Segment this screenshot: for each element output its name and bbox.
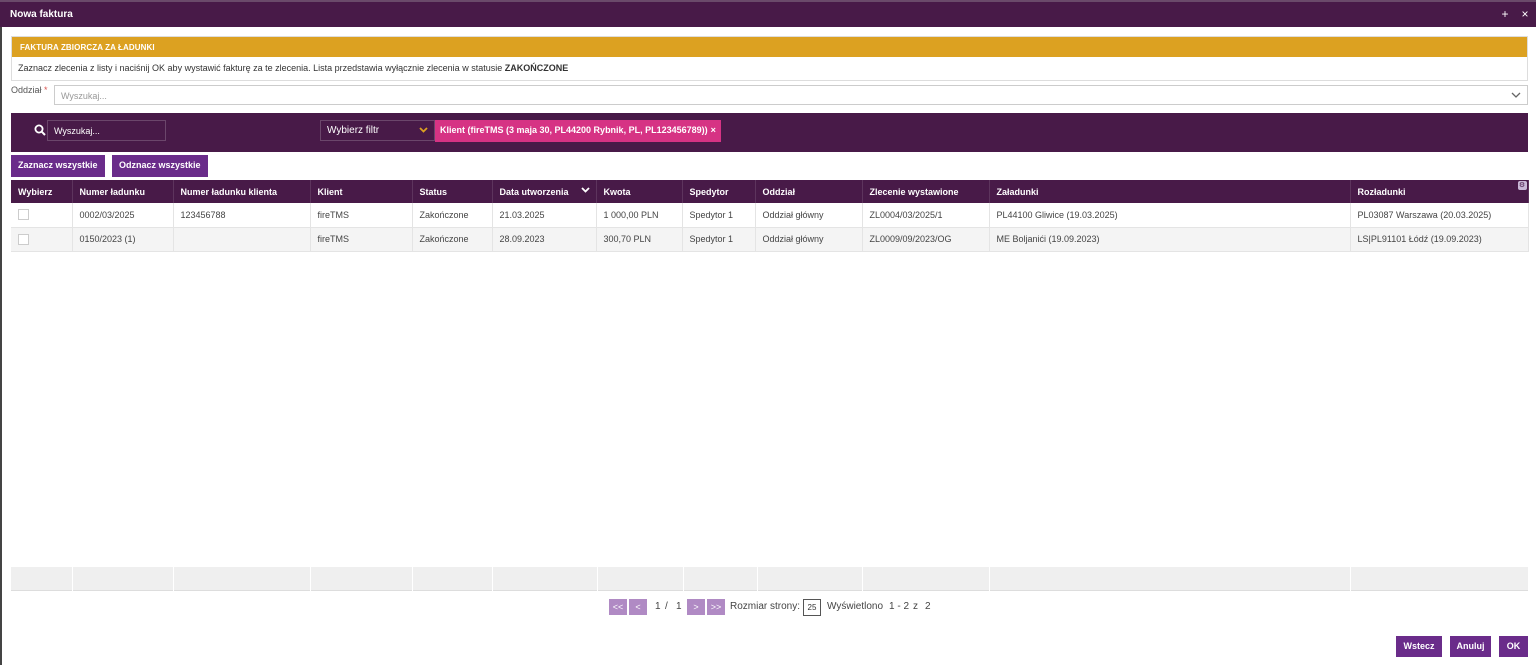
cancel-button[interactable]: Anuluj [1450, 636, 1491, 657]
table-cell: 0150/2023 (1) [72, 227, 174, 252]
last-page-button[interactable]: >> [707, 599, 725, 615]
back-button[interactable]: Wstecz [1396, 636, 1442, 657]
row-checkbox-cell[interactable] [11, 203, 73, 228]
row-checkbox[interactable] [18, 233, 29, 245]
ok-button[interactable]: OK [1499, 636, 1528, 657]
window-left-edge [0, 0, 2, 665]
sort-descending-icon [580, 186, 590, 196]
displayed-label: Wyświetlono [827, 601, 884, 612]
column-header-sorted[interactable]: Data utworzenia [492, 180, 597, 203]
search-input[interactable] [47, 120, 166, 141]
grid-header-row: Wybierz Numer ładunku Numer ładunku klie… [11, 180, 1529, 203]
displayed-range: 1 - 2 [889, 601, 910, 612]
table-cell: 300,70 PLN [596, 227, 683, 252]
table-row[interactable]: 0002/03/2025 123456788 fireTMS Zakończon… [11, 203, 1529, 228]
row-checkbox-cell[interactable] [11, 227, 73, 252]
required-mark: * [44, 85, 48, 95]
column-header[interactable]: Status [412, 180, 493, 203]
oddzial-select[interactable]: Wyszukaj... [54, 85, 1528, 105]
table-cell: fireTMS [310, 227, 413, 252]
maximize-icon[interactable]: + [1499, 7, 1511, 21]
displayed-total: 2 [925, 601, 931, 612]
table-cell: Spedytor 1 [682, 203, 756, 228]
loads-grid: Wybierz Numer ładunku Numer ładunku klie… [11, 180, 1529, 252]
banner-text: Zaznacz zlecenia z listy i naciśnij OK a… [18, 63, 569, 73]
banner-status-word: ZAKOŃCZONE [504, 63, 569, 73]
table-cell: 1 000,00 PLN [596, 203, 683, 228]
close-icon[interactable]: × [1519, 7, 1531, 21]
table-cell: Zakończone [412, 227, 493, 252]
table-cell: LS|PL91101 Łódź (19.09.2023) [1350, 227, 1529, 252]
column-header[interactable]: Zlecenie wystawione [862, 180, 990, 203]
table-cell: ME Boljanići (19.09.2023) [989, 227, 1351, 252]
oddzial-label: Oddział * [11, 85, 48, 95]
table-cell: Oddział główny [755, 227, 863, 252]
table-cell: 21.03.2025 [492, 203, 597, 228]
table-cell: 0002/03/2025 [72, 203, 174, 228]
page-size-label: Rozmiar strony: [730, 601, 801, 612]
next-page-button[interactable]: > [687, 599, 705, 615]
page-current: 1 [655, 601, 661, 612]
chip-close-icon[interactable]: × [711, 125, 716, 135]
table-cell [173, 227, 311, 252]
search-icon [34, 124, 46, 136]
table-cell: ZL0009/09/2023/OG [862, 227, 990, 252]
table-cell: fireTMS [310, 203, 413, 228]
pager: << < 1 / 1 > >> Rozmiar strony: 25 Wyświ… [0, 599, 1536, 617]
table-cell: 28.09.2023 [492, 227, 597, 252]
column-header[interactable]: Wybierz [11, 180, 73, 203]
select-all-button[interactable]: Zaznacz wszystkie [11, 155, 105, 177]
column-header[interactable]: Numer ładunku klienta [173, 180, 311, 203]
table-cell: PL44100 Gliwice (19.03.2025) [989, 203, 1351, 228]
table-cell: ZL0004/03/2025/1 [862, 203, 990, 228]
filter-select-label: Wybierz filtr [327, 125, 380, 136]
row-checkbox[interactable] [18, 209, 29, 221]
table-row[interactable]: 0150/2023 (1) fireTMS Zakończone 28.09.2… [11, 227, 1529, 252]
column-header[interactable]: Załadunki [989, 180, 1351, 203]
info-banner: FAKTURA ZBIORCZA ZA ŁADUNKI Zaznacz zlec… [11, 36, 1528, 81]
page-total: 1 [676, 601, 682, 612]
filter-bar: Wybierz filtr Klient (fireTMS (3 maja 30… [11, 113, 1528, 152]
banner-heading: FAKTURA ZBIORCZA ZA ŁADUNKI [12, 37, 1527, 57]
column-header[interactable]: Spedytor [682, 180, 756, 203]
window-title: Nowa faktura [10, 9, 73, 20]
column-header[interactable]: Rozładunki ⚙ [1350, 180, 1529, 203]
active-filter-chip[interactable]: Klient (fireTMS (3 maja 30, PL44200 Rybn… [435, 120, 721, 142]
deselect-all-button[interactable]: Odznacz wszystkie [112, 155, 208, 177]
prev-page-button[interactable]: < [629, 599, 647, 615]
first-page-button[interactable]: << [609, 599, 627, 615]
column-header[interactable]: Numer ładunku [72, 180, 174, 203]
window-titlebar: Nowa faktura + × [0, 0, 1536, 27]
table-cell: PL03087 Warszawa (20.03.2025) [1350, 203, 1529, 228]
column-header[interactable]: Kwota [596, 180, 683, 203]
displayed-of: z [913, 601, 918, 612]
chevron-down-icon [419, 124, 428, 139]
gear-icon[interactable]: ⚙ [1517, 181, 1527, 190]
oddzial-placeholder: Wyszukaj... [61, 91, 107, 101]
grid-footer-row [11, 567, 1528, 591]
chip-label: Klient (fireTMS (3 maja 30, PL44200 Rybn… [440, 125, 708, 135]
filter-select[interactable]: Wybierz filtr [320, 120, 435, 141]
table-cell: Zakończone [412, 203, 493, 228]
column-header[interactable]: Oddział [755, 180, 863, 203]
table-cell: Spedytor 1 [682, 227, 756, 252]
page-size-input[interactable]: 25 [803, 599, 821, 616]
table-cell: Oddział główny [755, 203, 863, 228]
table-cell: 123456788 [173, 203, 311, 228]
chevron-down-icon[interactable] [1511, 89, 1521, 104]
page-separator: / [665, 601, 668, 612]
column-header[interactable]: Klient [310, 180, 413, 203]
